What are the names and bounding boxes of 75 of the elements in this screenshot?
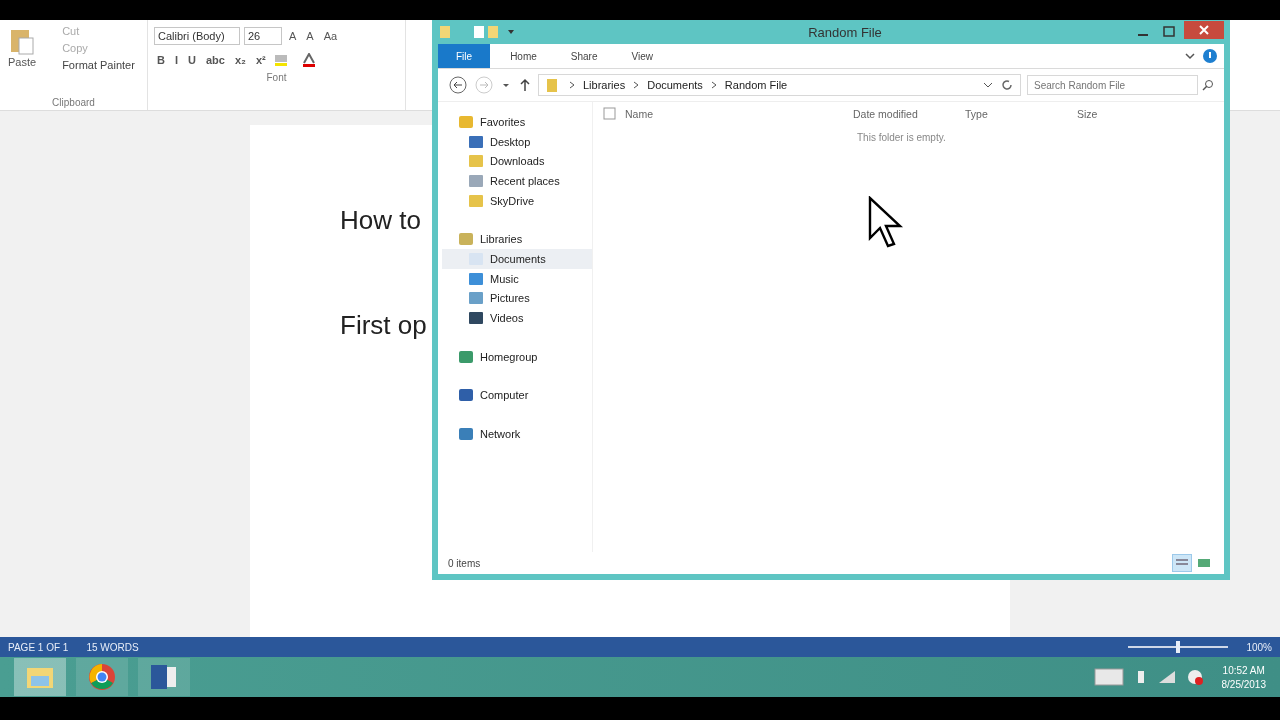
ribbon-tab[interactable]: Share (556, 44, 612, 68)
format-button[interactable]: x₂ (231, 54, 249, 66)
nav-item[interactable]: Pictures (442, 288, 592, 309)
window-title: Random File (807, 24, 883, 40)
search-icon (1202, 79, 1214, 91)
chevron-icon (567, 80, 577, 90)
font-size-field[interactable]: 26 (244, 27, 282, 45)
thumbnail-icon (1197, 558, 1211, 568)
empty-message: This folder is empty. (857, 132, 947, 143)
document-text: How to (340, 205, 421, 236)
close-button[interactable] (1184, 21, 1224, 39)
font-name-field[interactable]: Calibri (Body) (154, 27, 240, 45)
up-arrow-icon[interactable] (518, 77, 532, 93)
paste-button[interactable]: Paste (6, 24, 39, 97)
group-label: Font (265, 72, 288, 83)
chevron-icon[interactable] (982, 80, 994, 90)
column-header[interactable]: Name (625, 108, 845, 120)
format-button[interactable]: I (171, 54, 181, 66)
zoom-level: 100% (1246, 641, 1272, 653)
refresh-icon[interactable] (1000, 78, 1014, 92)
ribbon-tab[interactable]: File (438, 44, 491, 68)
page-count: PAGE 1 OF 1 (8, 641, 69, 653)
nav-item[interactable]: SkyDrive (442, 190, 592, 211)
font-button[interactable]: A (303, 30, 317, 42)
word-count: 15 WORDS (86, 641, 139, 653)
format-button[interactable]: x² (252, 54, 269, 66)
column-header[interactable]: Size (1077, 108, 1098, 120)
ribbon-tab[interactable]: Home (496, 44, 551, 68)
address-bar[interactable]: Libraries Documents Random File (538, 74, 1021, 96)
nav-item[interactable]: Music (442, 268, 592, 289)
zoom-slider[interactable] (1128, 641, 1229, 653)
clock-time[interactable]: 10:52 AM (1222, 664, 1265, 676)
nav-item[interactable]: Documents (442, 249, 592, 269)
format-button[interactable]: abc (202, 54, 228, 66)
font-button[interactable]: A (286, 30, 300, 42)
format-button[interactable]: B (154, 54, 168, 66)
nav-item[interactable]: Network (442, 424, 592, 444)
back-icon[interactable] (448, 75, 468, 95)
breadcrumb[interactable]: Libraries (583, 79, 626, 91)
clock-date[interactable]: 8/25/2013 (1221, 678, 1266, 690)
taskbar-button[interactable] (76, 658, 128, 696)
zoom-thumb[interactable] (1176, 641, 1181, 653)
close-icon (1199, 25, 1209, 35)
document-app-icon (150, 664, 178, 690)
breadcrumb[interactable]: Random File (724, 79, 788, 91)
item-count: 0 items (448, 557, 481, 569)
keyboard-icon[interactable] (1093, 668, 1124, 686)
nav-item[interactable]: Favorites (442, 112, 592, 132)
signal-icon[interactable] (1157, 670, 1176, 684)
taskbar-button[interactable] (138, 658, 190, 696)
folder-icon (468, 192, 484, 209)
nav-item[interactable]: Recent places (442, 171, 592, 191)
nav-item[interactable]: Computer (442, 385, 592, 406)
column-header[interactable]: Date modified (853, 108, 957, 120)
checkbox[interactable] (603, 107, 617, 121)
group-label: Clipboard (51, 97, 96, 108)
folder-icon (468, 153, 484, 170)
nav-item[interactable]: Videos (442, 308, 592, 328)
breadcrumb[interactable]: Documents (647, 79, 703, 91)
ribbon-tab[interactable]: View (617, 44, 667, 68)
search-field[interactable]: Search Random File (1027, 75, 1198, 95)
details-view-button[interactable] (1172, 554, 1192, 572)
font-button[interactable]: Aa (320, 30, 341, 42)
document-text: First op (340, 310, 427, 341)
nav-item[interactable]: Homegroup (442, 346, 592, 367)
help-icon[interactable] (1202, 48, 1218, 64)
chevron-icon[interactable] (1184, 51, 1196, 61)
format-button[interactable]: U (185, 54, 199, 66)
clipboard-item[interactable]: Format Painter (44, 58, 137, 72)
nav-item[interactable]: Downloads (442, 151, 592, 172)
nav-item[interactable]: Desktop (442, 131, 592, 152)
list-icon (1175, 558, 1189, 568)
nav-item[interactable]: Libraries (442, 229, 592, 250)
column-header[interactable]: Type (965, 108, 1069, 120)
browser-icon (88, 663, 116, 691)
